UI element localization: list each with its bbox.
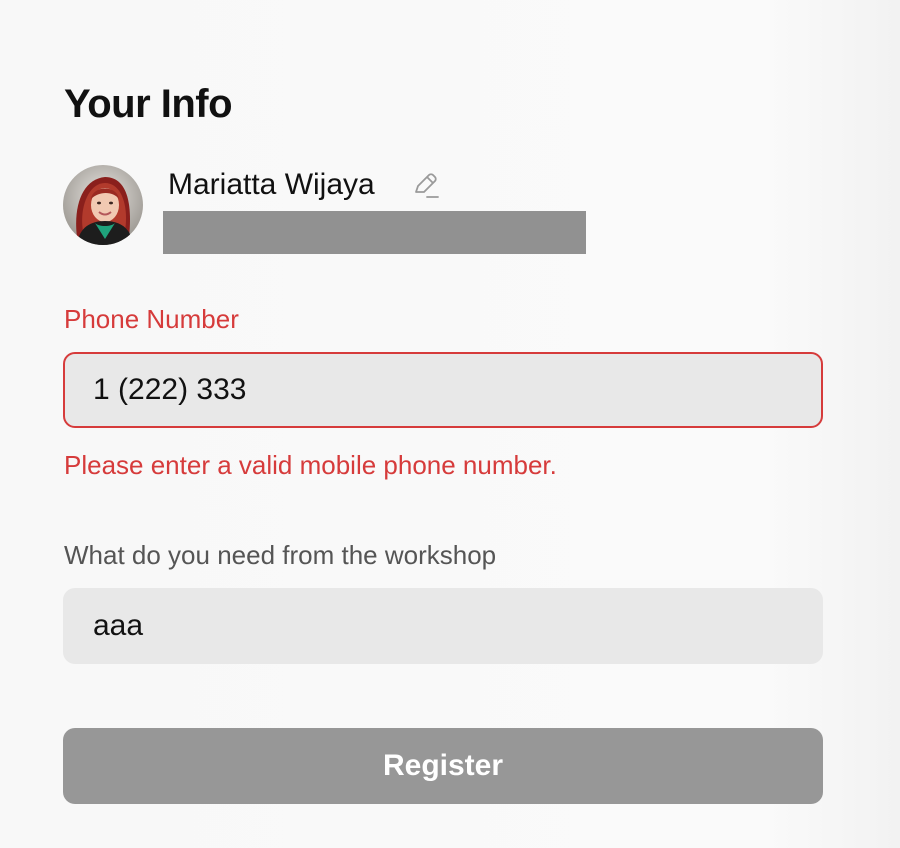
workshop-need-input[interactable] bbox=[63, 588, 823, 664]
redacted-email bbox=[163, 211, 586, 254]
section-title: Your Info bbox=[64, 82, 233, 126]
pencil-icon[interactable] bbox=[410, 170, 440, 200]
your-info-panel: Your Info Mariatta Wijaya Phone Number 1… bbox=[0, 0, 900, 848]
user-name: Mariatta Wijaya bbox=[168, 168, 375, 201]
register-button[interactable]: Register bbox=[63, 728, 823, 804]
avatar-image bbox=[63, 165, 143, 245]
workshop-need-label: What do you need from the workshop bbox=[64, 540, 497, 570]
phone-number-label: Phone Number bbox=[64, 304, 239, 334]
phone-number-input[interactable] bbox=[63, 352, 823, 428]
avatar bbox=[63, 165, 143, 245]
phone-error-message: Please enter a valid mobile phone number… bbox=[64, 450, 557, 480]
